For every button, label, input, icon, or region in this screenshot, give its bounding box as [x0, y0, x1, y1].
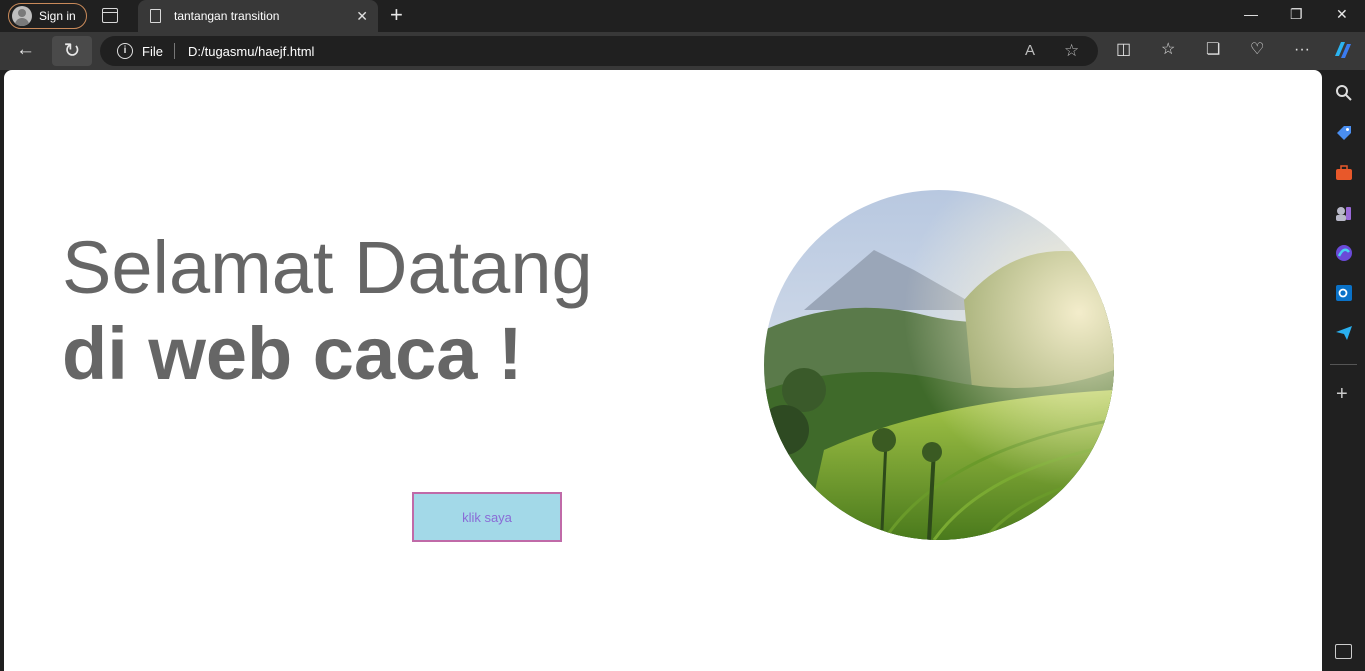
- tab-actions-icon[interactable]: [102, 8, 118, 23]
- browser-sidebar: +: [1322, 70, 1365, 671]
- klik-saya-button[interactable]: klik saya: [412, 492, 562, 542]
- refresh-icon[interactable]: ↻: [52, 36, 92, 66]
- sidebar-divider: [1330, 364, 1357, 365]
- screenshot-icon[interactable]: [1335, 644, 1352, 659]
- welcome-heading: Selamat Datang di web caca !: [62, 225, 593, 397]
- browser-tab[interactable]: tantangan transition ✕: [138, 0, 378, 32]
- restore-icon[interactable]: ❐: [1290, 6, 1303, 23]
- sign-in-label: Sign in: [39, 9, 76, 23]
- back-icon[interactable]: ←: [16, 40, 35, 60]
- favorite-star-icon[interactable]: ☆: [1064, 41, 1079, 61]
- address-toolbar: ← ↻ i File D:/tugasmu/haejf.html A ☆ ◫ ☆…: [0, 32, 1365, 70]
- read-aloud-icon[interactable]: A: [1025, 42, 1035, 59]
- address-bar[interactable]: i File D:/tugasmu/haejf.html A ☆: [100, 36, 1098, 66]
- tab-close-icon[interactable]: ✕: [356, 8, 368, 24]
- sign-in-button[interactable]: Sign in: [8, 3, 87, 29]
- toolbox-icon[interactable]: [1335, 164, 1353, 182]
- search-icon[interactable]: [1335, 84, 1353, 102]
- favorites-icon[interactable]: ☆: [1161, 40, 1175, 60]
- new-tab-icon[interactable]: +: [390, 3, 403, 27]
- minimize-icon[interactable]: —: [1244, 6, 1258, 22]
- heading-line-2: di web caca !: [62, 312, 523, 395]
- collections-icon[interactable]: ❏: [1206, 40, 1220, 60]
- outlook-icon[interactable]: [1335, 284, 1353, 302]
- split-screen-icon[interactable]: ◫: [1116, 40, 1131, 60]
- browser-essentials-icon[interactable]: ♡: [1250, 40, 1264, 60]
- rice-terrace-image: [764, 190, 1114, 540]
- more-options-icon[interactable]: ···: [1294, 40, 1310, 60]
- page-viewport: Selamat Datang di web caca ! klik saya: [4, 70, 1322, 671]
- copilot-icon[interactable]: [1331, 38, 1355, 68]
- add-icon[interactable]: +: [1336, 384, 1348, 404]
- send-icon[interactable]: [1335, 324, 1353, 342]
- info-icon[interactable]: i: [117, 43, 133, 59]
- address-separator: [174, 43, 175, 59]
- address-url[interactable]: D:/tugasmu/haejf.html: [188, 44, 314, 59]
- title-bar: Sign in tantangan transition ✕ + — ❐ ✕: [0, 0, 1365, 32]
- page-icon: [150, 9, 161, 23]
- address-scheme-label: File: [142, 44, 163, 59]
- tab-title: tantangan transition: [174, 9, 280, 23]
- games-icon[interactable]: [1335, 204, 1353, 222]
- copilot-sidebar-icon[interactable]: [1335, 244, 1353, 262]
- profile-avatar-icon: [12, 6, 32, 26]
- heading-line-1: Selamat Datang: [62, 226, 593, 309]
- tag-icon[interactable]: [1335, 124, 1353, 142]
- close-window-icon[interactable]: ✕: [1336, 6, 1348, 23]
